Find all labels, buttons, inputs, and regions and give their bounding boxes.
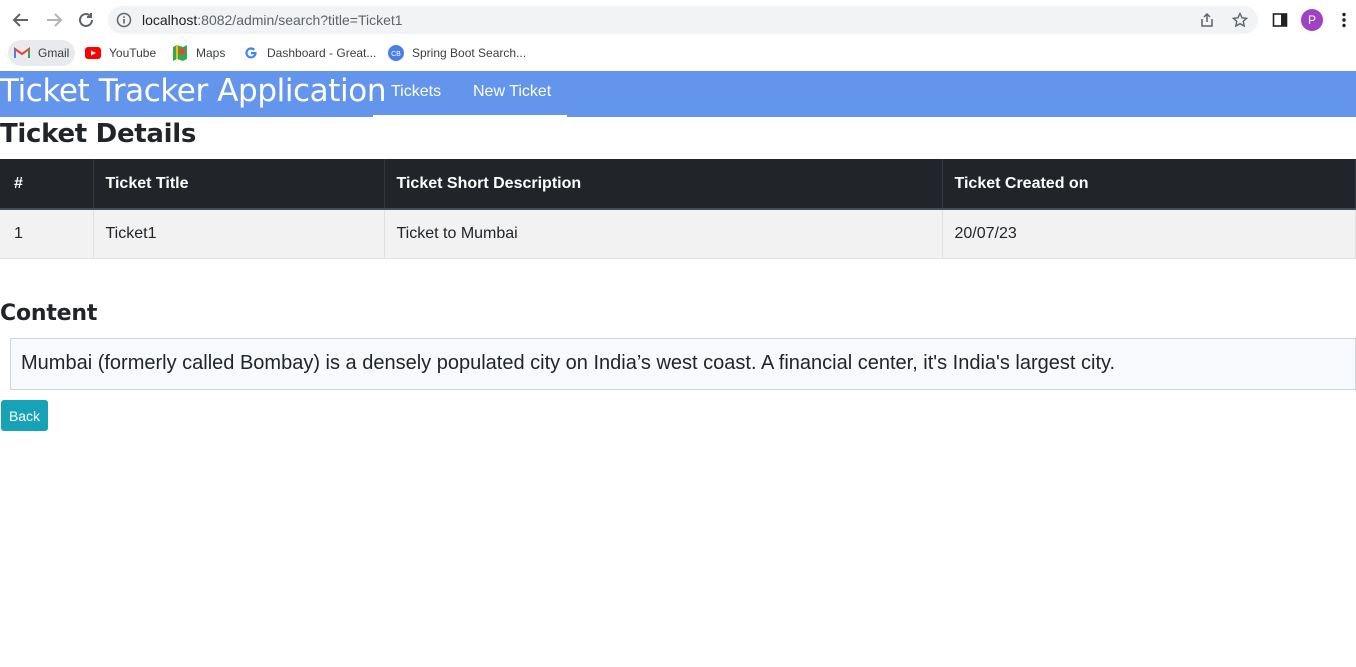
column-header-description: Ticket Short Description [384, 159, 943, 210]
content-heading: Content [0, 301, 98, 326]
bookmark-label: Dashboard - Great... [267, 46, 377, 60]
forward-arrow-icon[interactable] [42, 8, 66, 32]
youtube-icon [85, 45, 101, 61]
bookmark-label: YouTube [109, 46, 157, 60]
profile-avatar[interactable]: P [1301, 9, 1323, 31]
avatar: P [1301, 9, 1323, 31]
bookmark-spring-boot[interactable]: CB Spring Boot Search... [382, 40, 532, 66]
browser-toolbar: localhost:8082/admin/search?title=Ticket… [0, 0, 1356, 40]
column-header-title: Ticket Title [93, 159, 385, 210]
cb-icon: CB [388, 45, 404, 61]
table-row: 1 Ticket1 Ticket to Mumbai 20/07/23 [0, 209, 1356, 259]
bookmark-maps[interactable]: Maps [166, 40, 231, 66]
back-button[interactable]: Back [1, 400, 48, 431]
cell-description: Ticket to Mumbai [384, 209, 943, 259]
url-path: :8082/admin/search?title=Ticket1 [197, 12, 403, 28]
site-info-icon[interactable] [116, 12, 132, 28]
bookmark-label: Gmail [38, 46, 70, 60]
bookmark-label: Maps [196, 46, 226, 60]
column-header-created: Ticket Created on [942, 159, 1356, 210]
bookmark-star-icon[interactable] [1231, 11, 1249, 29]
kebab-menu-icon[interactable] [1336, 10, 1352, 30]
google-icon [243, 45, 259, 61]
bookmark-youtube[interactable]: YouTube [79, 40, 162, 66]
column-header-number: # [0, 159, 94, 210]
side-panel-icon[interactable] [1271, 10, 1289, 30]
content-textbox[interactable]: Mumbai (formerly called Bombay) is a den… [10, 338, 1356, 390]
bookmark-dashboard[interactable]: Dashboard - Great... [237, 40, 382, 66]
bookmark-gmail[interactable]: Gmail [8, 40, 76, 66]
page-title: Ticket Details [0, 119, 197, 149]
maps-icon [172, 45, 188, 61]
cell-created: 20/07/23 [942, 209, 1356, 259]
reload-icon[interactable] [74, 8, 98, 32]
bookmarks-bar: Gmail YouTube Maps Dashboard - Great... … [0, 40, 1356, 70]
gmail-icon [14, 45, 30, 61]
nav-link-tickets[interactable]: Tickets [391, 83, 441, 101]
cell-number: 1 [0, 209, 94, 259]
url-host: localhost [142, 12, 198, 28]
tickets-table: # Ticket Title Ticket Short Description … [0, 159, 1356, 259]
address-bar[interactable]: localhost:8082/admin/search?title=Ticket… [108, 6, 1258, 34]
url-text: localhost:8082/admin/search?title=Ticket… [142, 12, 403, 28]
share-icon[interactable] [1198, 11, 1216, 29]
nav-link-new-ticket[interactable]: New Ticket [473, 83, 551, 101]
bookmark-label: Spring Boot Search... [412, 46, 527, 60]
back-arrow-icon[interactable] [9, 8, 33, 32]
nav-underline [373, 115, 567, 117]
app-navbar: Ticket Tracker Application Tickets New T… [0, 71, 1356, 117]
svg-text:CB: CB [391, 51, 401, 58]
cell-title: Ticket1 [93, 209, 385, 259]
app-brand[interactable]: Ticket Tracker Application [0, 73, 386, 109]
table-header-row: # Ticket Title Ticket Short Description … [0, 159, 1356, 210]
